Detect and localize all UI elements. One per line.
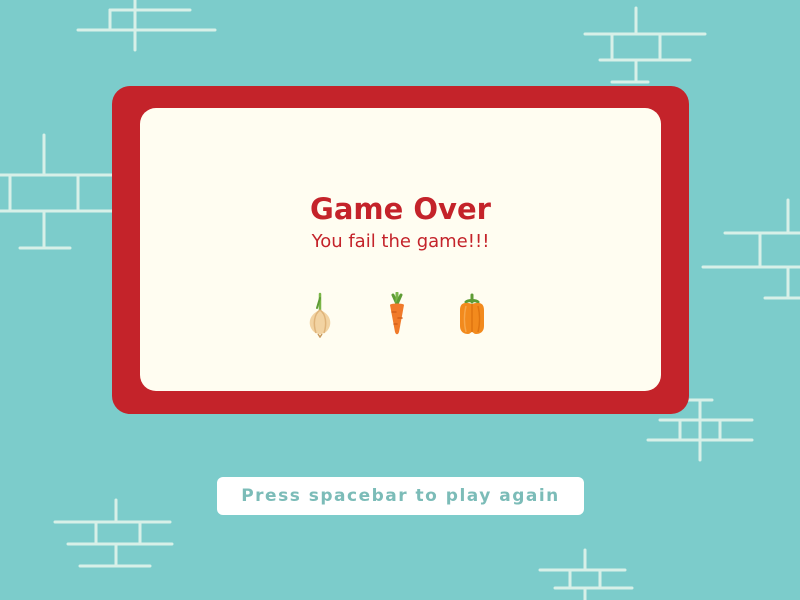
play-again-prompt[interactable]: Press spacebar to play again xyxy=(217,477,584,515)
brick-cluster-top-right xyxy=(583,6,707,84)
brick-cluster-top-left xyxy=(76,0,217,52)
brick-cluster-right xyxy=(701,198,800,300)
onion-icon xyxy=(309,292,331,338)
bell-pepper-icon xyxy=(460,293,484,334)
dialog-panel: Game Over You fail the game!!! xyxy=(140,108,661,391)
carrot-icon xyxy=(390,292,404,335)
game-over-title: Game Over xyxy=(310,192,491,226)
brick-cluster-bottom-right xyxy=(538,548,634,600)
brick-cluster-left xyxy=(0,133,114,250)
game-over-dialog: Game Over You fail the game!!! xyxy=(112,86,689,414)
game-over-message: You fail the game!!! xyxy=(311,231,490,252)
brick-cluster-bottom-left xyxy=(53,498,174,568)
